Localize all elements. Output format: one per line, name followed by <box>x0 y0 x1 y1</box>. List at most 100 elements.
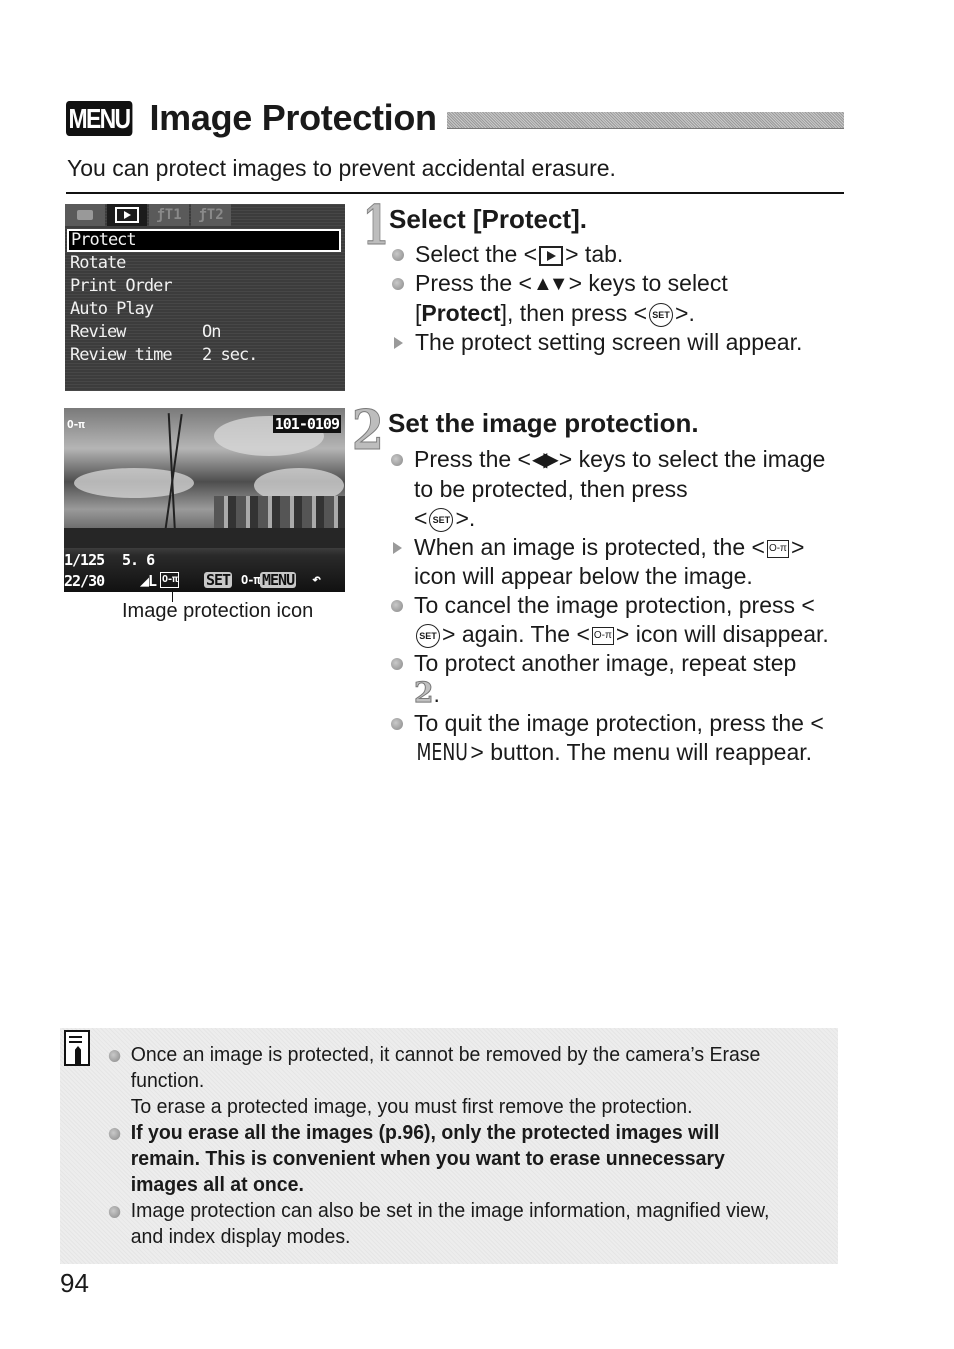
menu-item-review-time: Review time 2 sec. <box>65 344 345 367</box>
text: To erase a protected image, you must fir… <box>130 1095 693 1118</box>
bullet-icon <box>108 1050 121 1062</box>
header-divider <box>66 192 844 194</box>
set-button-icon: SET <box>649 303 674 328</box>
step-2-item: Press the <◀▶ > keys to select the image … <box>388 445 838 533</box>
text: Once an image is protected, it cannot be… <box>130 1043 761 1092</box>
protect-key-icon: O‑π <box>766 540 789 559</box>
section-header: MENU Image Protection <box>66 96 844 140</box>
note-body: Once an image is protected, it cannot be… <box>106 1042 771 1250</box>
camera-playback-screen: O‑π 101-0109 1/125 5. 6 22/30 ◢L O‑π SET… <box>64 408 345 592</box>
image-caption: Image protection icon <box>122 600 314 622</box>
playback-icon <box>115 207 139 223</box>
result-arrow-icon <box>393 542 402 555</box>
text: To cancel the image protection, press < <box>414 592 815 619</box>
quality-icon: ◢L <box>140 572 157 590</box>
tab-shooting <box>65 204 105 226</box>
text: >. <box>455 505 476 532</box>
protect-label: Protect <box>421 300 501 327</box>
text: Press the < <box>415 270 532 296</box>
text: > again. The < <box>442 621 590 648</box>
text: When an image is protected, the < <box>414 534 765 561</box>
text: >. <box>675 300 695 327</box>
text: . <box>433 681 440 708</box>
set-button-icon: SET <box>429 508 454 533</box>
up-down-keys-icon: ▲▼ <box>532 273 569 296</box>
image-protection-icon: O‑π <box>160 572 180 588</box>
note-item: Image protection can also be set in the … <box>106 1198 771 1250</box>
step-2-title: Set the image protection. <box>388 408 699 438</box>
menu-item-review: Review On <box>65 321 345 344</box>
menu-item-value: On <box>202 322 222 342</box>
protect-key-icon: O‑π <box>67 418 85 431</box>
menu-tabs: ƒT1 ƒT2 <box>65 204 345 226</box>
protect-key-icon: O‑π <box>591 627 614 646</box>
step-number-2: 2 <box>351 398 384 462</box>
page-number: 94 <box>60 1268 89 1298</box>
step-2-item: To cancel the image protection, press < S… <box>388 591 838 649</box>
image-count: 22/30 <box>64 572 105 590</box>
text: < <box>414 505 428 532</box>
menu-badge-icon: MENU <box>66 100 133 136</box>
step-1-body: Select the < > tab. Press the <▲▼ > keys t… <box>389 240 839 357</box>
menu-button-icon: MENU <box>260 571 297 589</box>
step-number-1: 1 <box>362 193 389 257</box>
menu-item-label: Auto Play <box>70 299 154 319</box>
menu-item-label: Rotate <box>70 253 126 273</box>
step-1-item: Press the <▲▼ > keys to select [Protect], … <box>389 269 839 328</box>
text: Image protection can also be set in the … <box>130 1199 770 1248</box>
pencil-icon <box>75 1046 81 1064</box>
bullet-icon <box>391 658 403 671</box>
tab-playback <box>107 204 147 226</box>
text: ], then press < <box>500 300 648 327</box>
set-button-icon: SET <box>416 624 440 649</box>
note-box: Once an image is protected, it cannot be… <box>60 1028 838 1264</box>
step-2-item: To protect another image, repeat step 2. <box>388 649 838 709</box>
text: Press the < <box>414 446 531 472</box>
text: > button. The menu will reappear. <box>470 739 813 766</box>
bullet-icon <box>392 249 404 261</box>
playback-tab-icon <box>539 245 564 266</box>
photo-boat-hull <box>64 528 345 548</box>
text: The protect setting screen will appear. <box>415 329 803 356</box>
menu-item-label: Protect <box>71 230 137 250</box>
bullet-icon <box>108 1128 121 1140</box>
memo-line <box>69 1036 82 1038</box>
step-2-item: To quit the image protection, press the … <box>388 709 838 768</box>
intro-text: You can protect images to prevent accide… <box>67 155 616 181</box>
aperture-value: 5. 6 <box>122 551 155 569</box>
camera-menu-screen: ƒT1 ƒT2 Protect Rotate Print Order Auto … <box>65 204 345 391</box>
step-2-result: When an image is protected, the < O‑π > ic… <box>388 533 838 591</box>
step-2-body: Press the <◀▶ > keys to select the image … <box>388 445 838 768</box>
menu-button-icon: MENU <box>416 740 468 767</box>
title-decoration-bar <box>446 111 844 129</box>
tab-setup-1: ƒT1 <box>149 204 189 226</box>
file-number: 101-0109 <box>272 415 341 433</box>
menu-list: Protect Rotate Print Order Auto Play Rev… <box>65 229 345 367</box>
set-button-icon: SET <box>204 571 233 589</box>
step-1-item: Select the < > tab. <box>389 240 839 269</box>
note-item: If you erase all the images (p.96), only… <box>106 1120 771 1198</box>
step-reference: 2 <box>413 676 434 710</box>
result-arrow-icon <box>394 337 403 350</box>
text: > tab. <box>565 241 624 267</box>
bullet-icon <box>108 1206 121 1218</box>
bullet-icon <box>391 718 403 731</box>
menu-item-auto-play: Auto Play <box>65 298 345 321</box>
memo-line <box>69 1041 82 1043</box>
step-1-result: The protect setting screen will appear. <box>389 328 839 357</box>
menu-item-label: Print Order <box>70 276 173 296</box>
menu-item-print-order: Print Order <box>65 275 345 298</box>
bullet-icon <box>391 454 403 466</box>
menu-item-rotate: Rotate <box>65 252 345 275</box>
text: Select the < <box>415 241 538 267</box>
camera-icon <box>77 210 93 220</box>
photo-cloud <box>74 468 194 498</box>
text: If you erase all the images (p.96), only… <box>130 1121 725 1196</box>
menu-item-label: Review <box>70 322 126 342</box>
bullet-icon <box>391 600 403 613</box>
page-title: Image Protection <box>149 97 437 138</box>
text: To protect another image, repeat step <box>414 650 797 677</box>
bullet-icon <box>392 278 404 290</box>
return-icon: ↶ <box>312 570 321 588</box>
menu-item-protect: Protect <box>67 229 341 252</box>
